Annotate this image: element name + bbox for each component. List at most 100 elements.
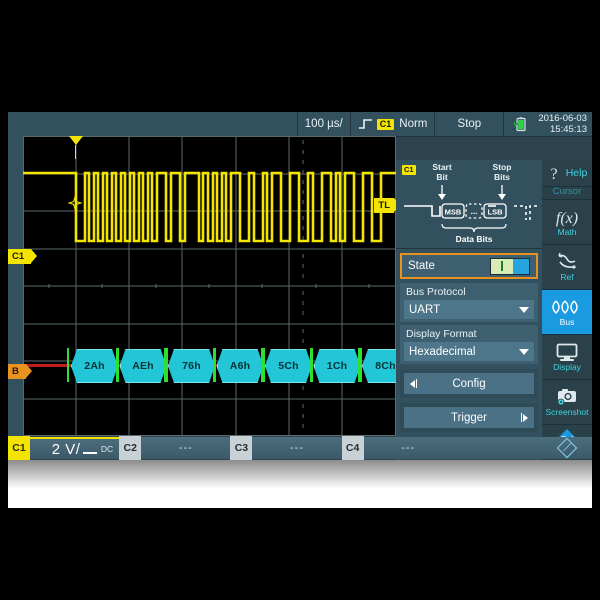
datetime-readout: 2016-06-03 15:45:13 (534, 112, 592, 136)
channel1-position-marker[interactable]: C1 (8, 249, 38, 264)
battery-charging-icon (512, 116, 526, 131)
bus-position-marker[interactable]: B (8, 364, 32, 379)
svg-text:?: ? (550, 166, 557, 181)
channel-tag-c4[interactable]: C4 (341, 436, 364, 460)
channel-readout-c3[interactable]: --- (252, 437, 342, 459)
date-label: 2016-06-03 (538, 113, 587, 124)
time-label: 15:45:13 (550, 124, 587, 135)
acquisition-state-label: Stop (457, 118, 482, 130)
config-button-label: Config (452, 377, 486, 390)
bus-frame[interactable]: AEh (120, 349, 167, 383)
screenshot-root: 100 µs/ C1 Norm Stop 2016-06-03 15:45:13… (0, 0, 600, 600)
config-button-row: Config (400, 369, 538, 398)
sidebar-label-ref: Ref (560, 272, 574, 282)
fx-function-icon: f(x) (556, 210, 578, 227)
rising-edge-icon (358, 119, 372, 129)
svg-text:Data Bits: Data Bits (456, 234, 493, 244)
bus-protocol-select[interactable]: UART (404, 300, 534, 319)
display-format-group: Display Format Hexadecimal (400, 325, 538, 364)
trigger-button-row: Trigger (400, 403, 538, 432)
camera-gear-icon (557, 389, 576, 406)
channel-bar-filler (452, 437, 543, 459)
channel-readout-c4[interactable]: --- (363, 437, 453, 459)
bus-marker-label: B (12, 365, 19, 377)
sidebar-item-math[interactable]: f(x) Math (542, 200, 592, 245)
frame-start-bracket (67, 348, 69, 382)
bus-protocol-group: Bus Protocol UART (400, 283, 538, 322)
trigger-source-badge: C1 (376, 118, 395, 130)
trigger-forward-arrow-icon (521, 413, 528, 422)
bus-frame[interactable]: 76h (168, 349, 215, 383)
bus-frame[interactable]: 8Ch (362, 349, 396, 383)
svg-text:f(x): f(x) (556, 210, 578, 227)
top-status-bar: 100 µs/ C1 Norm Stop 2016-06-03 15:45:13 (8, 112, 592, 137)
channel-tag-c2[interactable]: C2 (119, 436, 142, 460)
channel-scale-value: 2 V/ (51, 440, 81, 458)
display-format-select[interactable]: Hexadecimal (404, 342, 534, 361)
sidebar-label-display: Display (553, 362, 581, 372)
config-button[interactable]: Config (404, 373, 534, 394)
question-mark-icon: ? (550, 166, 557, 181)
svg-text:LSB: LSB (488, 208, 504, 217)
channel-coupling-label: DC (100, 444, 114, 454)
sidebar-label-help: Help (565, 166, 588, 179)
svg-text:...: ... (471, 207, 478, 216)
state-toggle-off-side (512, 258, 529, 274)
sidebar-item-bus[interactable]: Bus (542, 290, 592, 335)
bus-settings-panel: C1 Start Bit Stop Bits MSB ... LSB Data … (396, 160, 542, 460)
bus-protocol-caption: Bus Protocol (406, 286, 466, 298)
channel-bar-logo (542, 437, 592, 459)
waveform-plot[interactable]: TL 2Ah AEh 76h A6h 5Ch 1Ch 8Ch (23, 136, 396, 436)
reflection-fade (8, 460, 592, 508)
channel-readout-c2[interactable]: --- (141, 437, 231, 459)
state-label: State (408, 260, 435, 272)
channel-scale-value: --- (290, 442, 304, 454)
channel-readout-c1[interactable]: 2 V/DC (30, 437, 120, 459)
chevron-down-icon (519, 306, 529, 313)
timebase-readout[interactable]: 100 µs/ (296, 112, 350, 136)
bus-state-row[interactable]: State (400, 253, 538, 279)
bus-decode-row: 2Ah AEh 76h A6h 5Ch 1Ch 8Ch (23, 136, 396, 436)
right-toolbar: ? Help Cursor f(x) Math Ref Bus Display … (542, 160, 592, 460)
sidebar-label-cursor: Cursor (552, 187, 582, 197)
trigger-settings-readout[interactable]: C1 Norm (349, 112, 435, 136)
bus-signal-icon (552, 300, 578, 315)
frame-start-bracket (212, 348, 215, 382)
channel1-marker-label: C1 (12, 250, 25, 262)
uart-waveform-icon: MSB ... LSB Data Bits (404, 185, 538, 244)
bus-protocol-value: UART (409, 303, 441, 316)
bus-frame[interactable]: 5Ch (265, 349, 312, 383)
oscilloscope-screen: 100 µs/ C1 Norm Stop 2016-06-03 15:45:13… (8, 112, 592, 460)
sidebar-label-math: Math (557, 227, 577, 237)
chevron-down-icon (519, 348, 529, 355)
frame-start-bracket (358, 348, 360, 382)
sidebar-item-cursor[interactable]: Cursor (542, 187, 592, 200)
sidebar-item-help[interactable]: ? Help (542, 160, 592, 187)
trigger-mode-label: Norm (399, 118, 428, 130)
sidebar-item-screenshot[interactable]: Screenshot (542, 380, 592, 425)
config-back-arrow-icon (410, 379, 417, 388)
start-bit-label: Start Bit (432, 162, 452, 182)
sidebar-item-ref[interactable]: Ref (542, 245, 592, 290)
acquisition-state-button[interactable]: Stop (434, 112, 503, 136)
sidebar-label-bus: Bus (559, 317, 575, 327)
bus-frame[interactable]: A6h (217, 349, 264, 383)
trigger-button-label: Trigger (451, 411, 487, 424)
sidebar-item-display[interactable]: Display (542, 335, 592, 380)
rohde-schwarz-logo-icon (556, 437, 578, 459)
state-toggle-on-side (491, 258, 513, 274)
state-toggle[interactable] (490, 257, 530, 275)
display-format-value: Hexadecimal (409, 345, 476, 358)
frame-start-bracket (115, 348, 118, 382)
reference-curve-icon (558, 252, 576, 269)
bus-frame[interactable]: 2Ah (71, 349, 118, 383)
trigger-button[interactable]: Trigger (404, 407, 534, 428)
sidebar-label-screenshot: Screenshot (545, 407, 589, 417)
bus-frame[interactable]: 1Ch (314, 349, 361, 383)
channel-tag-c1[interactable]: C1 (8, 436, 30, 460)
channel-tag-c3[interactable]: C3 (230, 436, 253, 460)
frame-start-bracket (164, 348, 166, 382)
diagram-channel-tag: C1 (402, 165, 416, 175)
ground-level-icon (83, 452, 98, 454)
